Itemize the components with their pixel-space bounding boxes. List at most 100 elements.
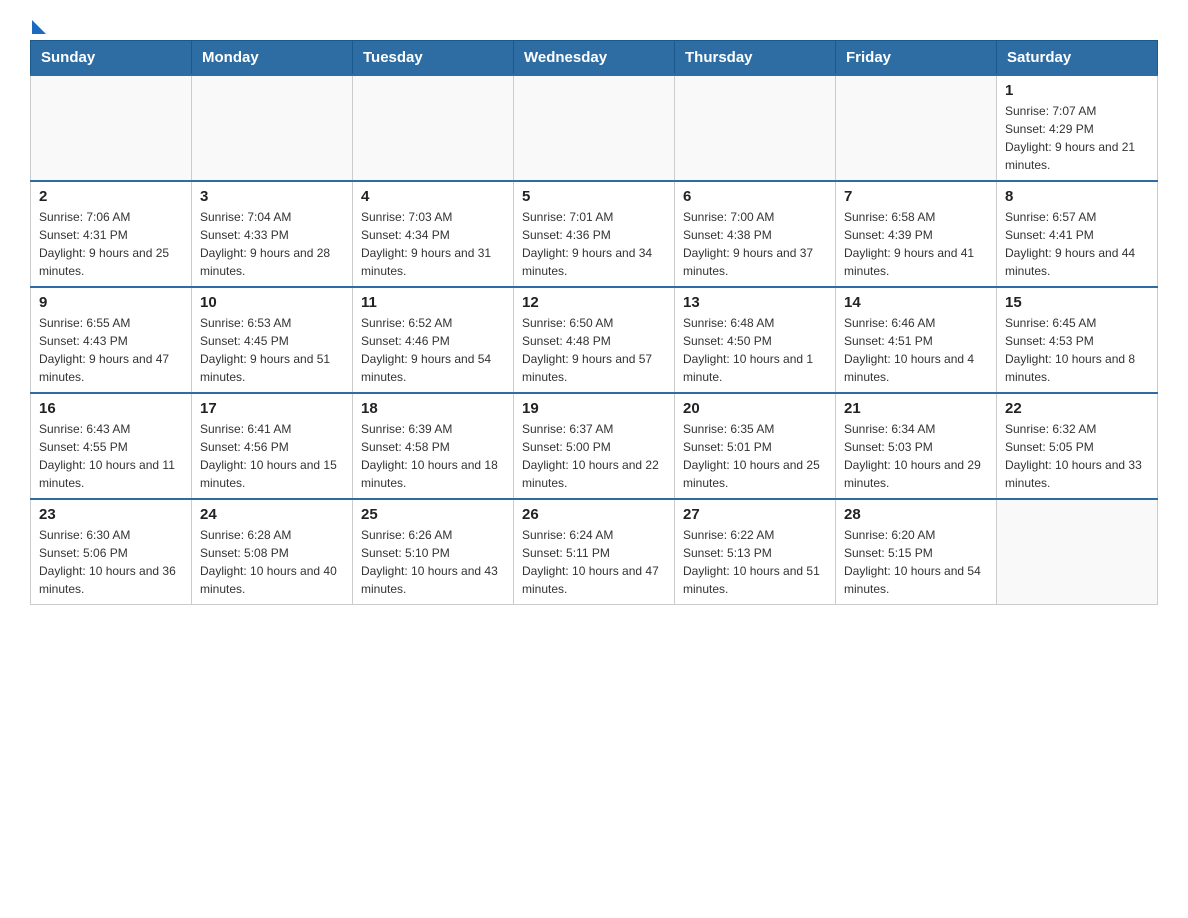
calendar-cell: 18 Sunrise: 6:39 AMSunset: 4:58 PMDayligh… [353,393,514,499]
weekday-header-row: SundayMondayTuesdayWednesdayThursdayFrid… [31,41,1158,76]
day-info: Sunrise: 6:58 AMSunset: 4:39 PMDaylight:… [844,208,988,280]
calendar-cell [514,75,675,181]
day-info: Sunrise: 6:32 AMSunset: 5:05 PMDaylight:… [1005,420,1149,492]
day-number: 28 [844,506,988,523]
day-number: 27 [683,506,827,523]
calendar-table: SundayMondayTuesdayWednesdayThursdayFrid… [30,40,1158,605]
day-number: 16 [39,400,183,417]
day-number: 24 [200,506,344,523]
week-row-1: 1 Sunrise: 7:07 AMSunset: 4:29 PMDaylight… [31,75,1158,181]
day-info: Sunrise: 6:39 AMSunset: 4:58 PMDaylight:… [361,420,505,492]
day-number: 6 [683,188,827,205]
week-row-5: 23 Sunrise: 6:30 AMSunset: 5:06 PMDayligh… [31,499,1158,605]
calendar-cell [997,499,1158,605]
day-number: 21 [844,400,988,417]
day-number: 13 [683,294,827,311]
day-info: Sunrise: 7:00 AMSunset: 4:38 PMDaylight:… [683,208,827,280]
calendar-cell: 20 Sunrise: 6:35 AMSunset: 5:01 PMDayligh… [675,393,836,499]
day-info: Sunrise: 6:43 AMSunset: 4:55 PMDaylight:… [39,420,183,492]
day-info: Sunrise: 6:34 AMSunset: 5:03 PMDaylight:… [844,420,988,492]
calendar-cell: 9 Sunrise: 6:55 AMSunset: 4:43 PMDaylight… [31,287,192,393]
week-row-3: 9 Sunrise: 6:55 AMSunset: 4:43 PMDaylight… [31,287,1158,393]
week-row-4: 16 Sunrise: 6:43 AMSunset: 4:55 PMDayligh… [31,393,1158,499]
calendar-cell: 8 Sunrise: 6:57 AMSunset: 4:41 PMDaylight… [997,181,1158,287]
day-info: Sunrise: 7:04 AMSunset: 4:33 PMDaylight:… [200,208,344,280]
day-info: Sunrise: 6:45 AMSunset: 4:53 PMDaylight:… [1005,314,1149,386]
day-info: Sunrise: 6:48 AMSunset: 4:50 PMDaylight:… [683,314,827,386]
day-number: 10 [200,294,344,311]
day-info: Sunrise: 6:46 AMSunset: 4:51 PMDaylight:… [844,314,988,386]
day-number: 4 [361,188,505,205]
day-number: 1 [1005,82,1149,99]
calendar-cell: 11 Sunrise: 6:52 AMSunset: 4:46 PMDayligh… [353,287,514,393]
weekday-header-wednesday: Wednesday [514,41,675,76]
day-number: 26 [522,506,666,523]
day-info: Sunrise: 6:26 AMSunset: 5:10 PMDaylight:… [361,526,505,598]
calendar-cell [836,75,997,181]
day-info: Sunrise: 6:41 AMSunset: 4:56 PMDaylight:… [200,420,344,492]
calendar-cell: 4 Sunrise: 7:03 AMSunset: 4:34 PMDaylight… [353,181,514,287]
day-number: 23 [39,506,183,523]
day-number: 12 [522,294,666,311]
calendar-cell: 22 Sunrise: 6:32 AMSunset: 5:05 PMDayligh… [997,393,1158,499]
calendar-cell: 10 Sunrise: 6:53 AMSunset: 4:45 PMDayligh… [192,287,353,393]
day-info: Sunrise: 6:50 AMSunset: 4:48 PMDaylight:… [522,314,666,386]
day-number: 25 [361,506,505,523]
day-number: 22 [1005,400,1149,417]
calendar-cell: 7 Sunrise: 6:58 AMSunset: 4:39 PMDaylight… [836,181,997,287]
calendar-cell: 1 Sunrise: 7:07 AMSunset: 4:29 PMDaylight… [997,75,1158,181]
calendar-cell: 2Sunrise: 7:06 AMSunset: 4:31 PMDaylight… [31,181,192,287]
calendar-cell: 14 Sunrise: 6:46 AMSunset: 4:51 PMDayligh… [836,287,997,393]
logo-arrow-icon [32,20,46,34]
day-info: Sunrise: 7:07 AMSunset: 4:29 PMDaylight:… [1005,102,1149,174]
day-number: 2 [39,188,183,205]
day-number: 17 [200,400,344,417]
calendar-cell: 6 Sunrise: 7:00 AMSunset: 4:38 PMDaylight… [675,181,836,287]
calendar-cell: 17 Sunrise: 6:41 AMSunset: 4:56 PMDayligh… [192,393,353,499]
page-header [30,20,1158,30]
calendar-cell: 25 Sunrise: 6:26 AMSunset: 5:10 PMDayligh… [353,499,514,605]
calendar-cell: 26 Sunrise: 6:24 AMSunset: 5:11 PMDayligh… [514,499,675,605]
day-info: Sunrise: 7:03 AMSunset: 4:34 PMDaylight:… [361,208,505,280]
day-number: 3 [200,188,344,205]
day-info: Sunrise: 6:55 AMSunset: 4:43 PMDaylight:… [39,314,183,386]
calendar-cell [31,75,192,181]
day-info: Sunrise: 6:57 AMSunset: 4:41 PMDaylight:… [1005,208,1149,280]
week-row-2: 2Sunrise: 7:06 AMSunset: 4:31 PMDaylight… [31,181,1158,287]
calendar-cell: 24 Sunrise: 6:28 AMSunset: 5:08 PMDayligh… [192,499,353,605]
calendar-cell: 27 Sunrise: 6:22 AMSunset: 5:13 PMDayligh… [675,499,836,605]
day-number: 14 [844,294,988,311]
day-info: Sunrise: 6:22 AMSunset: 5:13 PMDaylight:… [683,526,827,598]
calendar-cell: 12 Sunrise: 6:50 AMSunset: 4:48 PMDayligh… [514,287,675,393]
weekday-header-friday: Friday [836,41,997,76]
day-info: Sunrise: 6:28 AMSunset: 5:08 PMDaylight:… [200,526,344,598]
weekday-header-monday: Monday [192,41,353,76]
day-number: 9 [39,294,183,311]
day-info: Sunrise: 7:01 AMSunset: 4:36 PMDaylight:… [522,208,666,280]
day-info: Sunrise: 6:20 AMSunset: 5:15 PMDaylight:… [844,526,988,598]
day-info: Sunrise: 6:37 AMSunset: 5:00 PMDaylight:… [522,420,666,492]
day-info: Sunrise: 6:30 AMSunset: 5:06 PMDaylight:… [39,526,183,598]
calendar-cell [675,75,836,181]
day-number: 19 [522,400,666,417]
day-info: Sunrise: 6:24 AMSunset: 5:11 PMDaylight:… [522,526,666,598]
day-info: Sunrise: 6:53 AMSunset: 4:45 PMDaylight:… [200,314,344,386]
day-number: 5 [522,188,666,205]
day-number: 11 [361,294,505,311]
calendar-cell: 15Sunrise: 6:45 AMSunset: 4:53 PMDayligh… [997,287,1158,393]
weekday-header-sunday: Sunday [31,41,192,76]
weekday-header-tuesday: Tuesday [353,41,514,76]
calendar-cell: 23 Sunrise: 6:30 AMSunset: 5:06 PMDayligh… [31,499,192,605]
calendar-cell [192,75,353,181]
day-number: 18 [361,400,505,417]
calendar-cell: 16 Sunrise: 6:43 AMSunset: 4:55 PMDayligh… [31,393,192,499]
logo [30,20,46,30]
day-info: Sunrise: 6:35 AMSunset: 5:01 PMDaylight:… [683,420,827,492]
calendar-cell: 5 Sunrise: 7:01 AMSunset: 4:36 PMDaylight… [514,181,675,287]
day-number: 20 [683,400,827,417]
day-number: 8 [1005,188,1149,205]
calendar-cell: 13 Sunrise: 6:48 AMSunset: 4:50 PMDayligh… [675,287,836,393]
day-info: Sunrise: 6:52 AMSunset: 4:46 PMDaylight:… [361,314,505,386]
day-number: 7 [844,188,988,205]
calendar-cell [353,75,514,181]
